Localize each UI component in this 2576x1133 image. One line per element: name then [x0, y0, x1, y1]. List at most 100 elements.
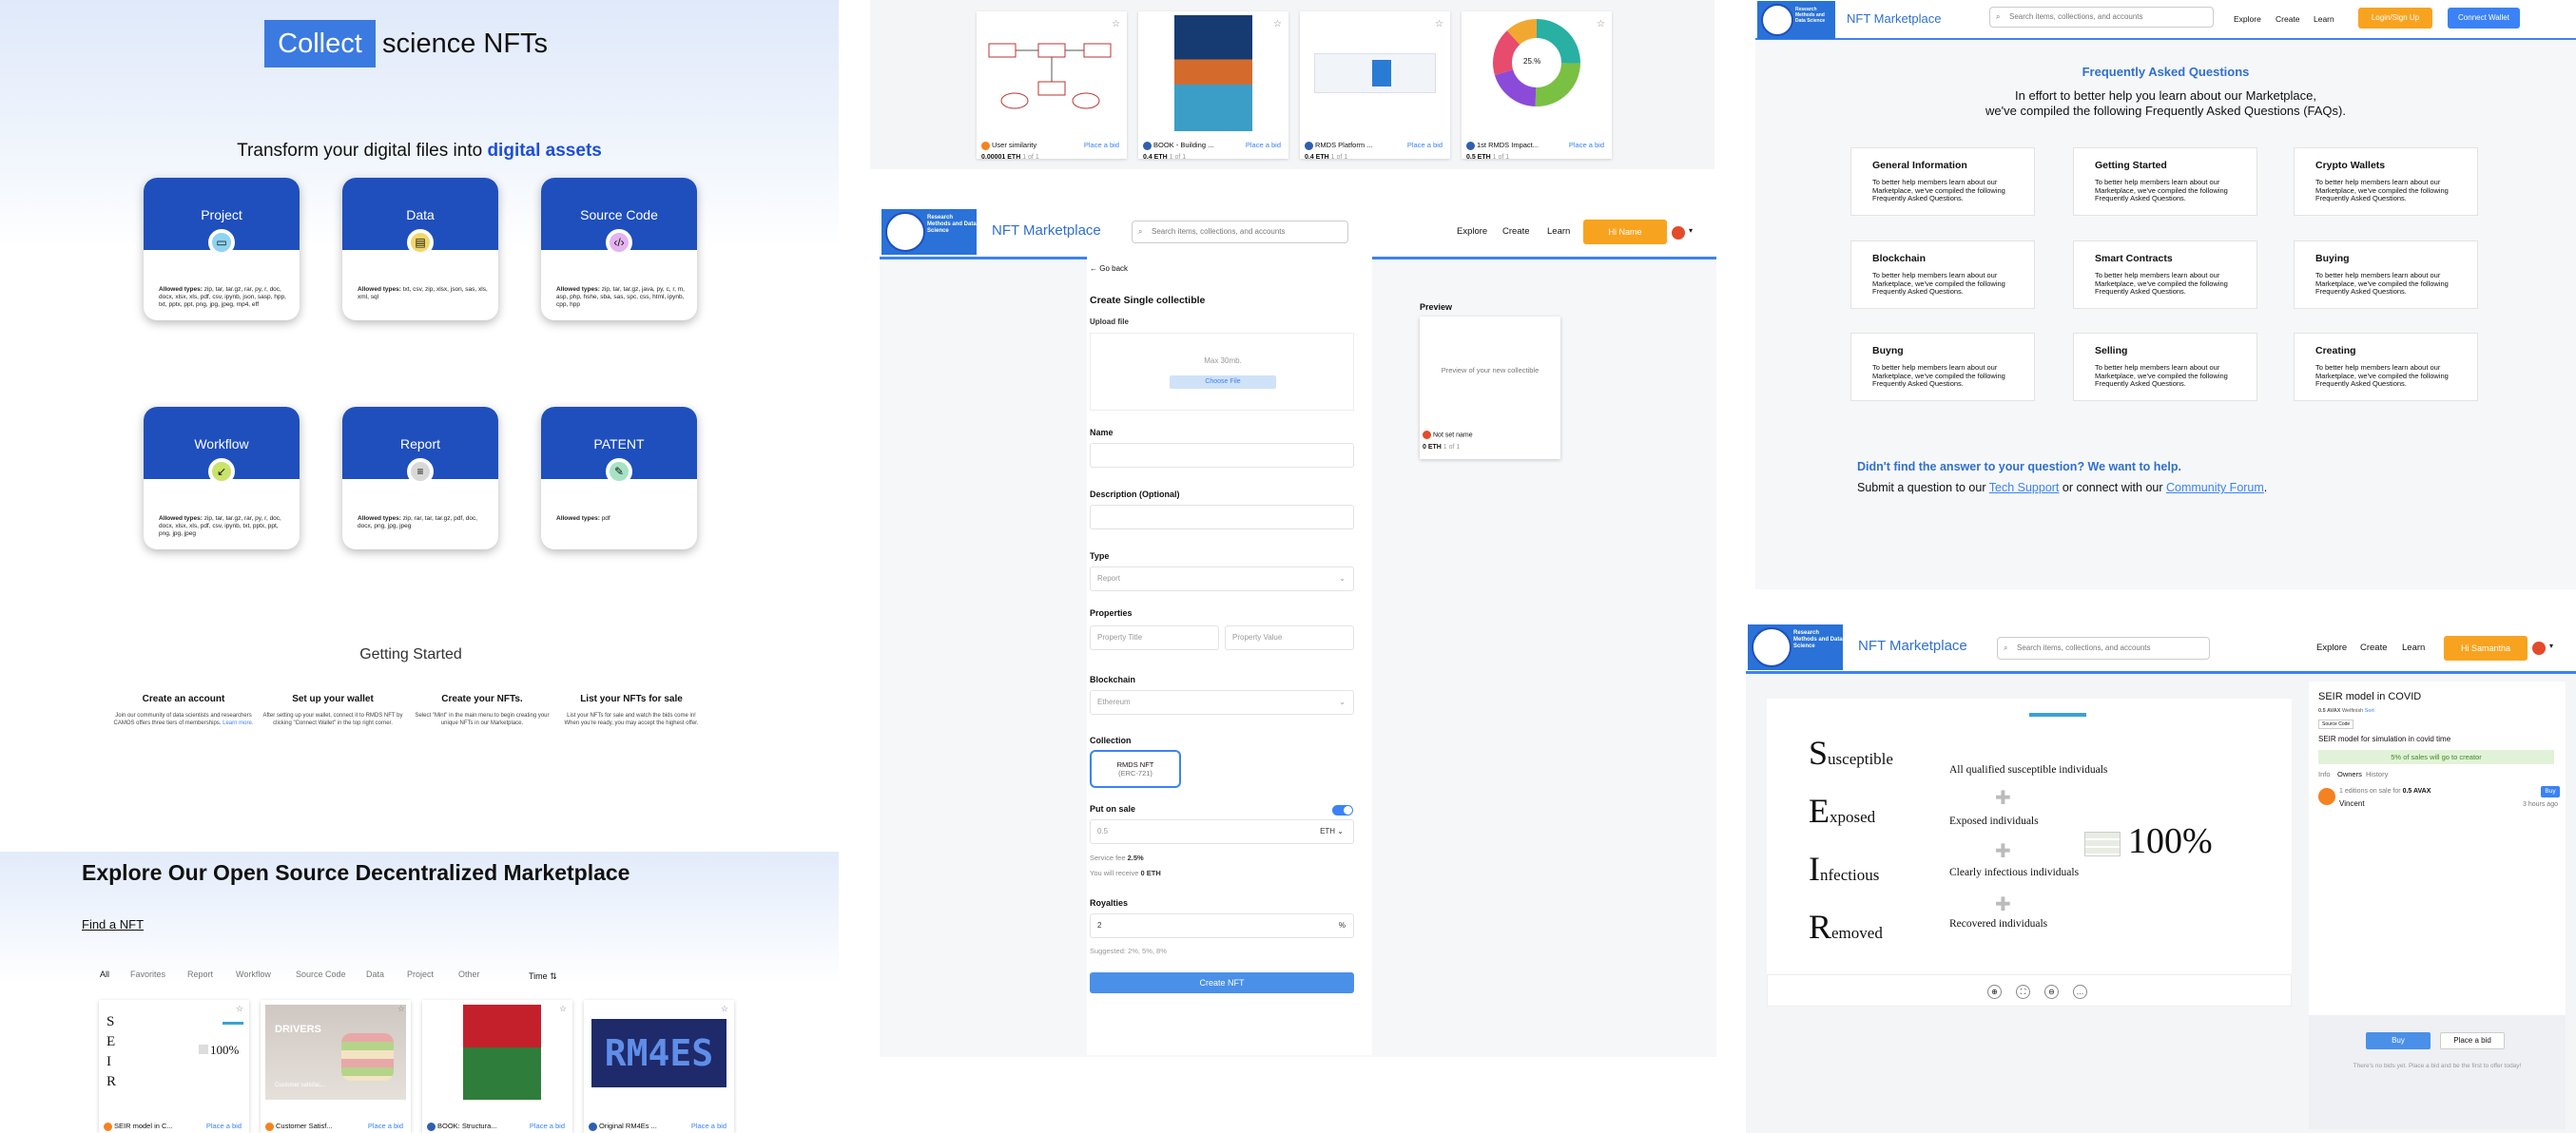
place-bid-link[interactable]: Place a bid	[368, 1122, 403, 1130]
place-bid-link[interactable]: Place a bid	[206, 1122, 242, 1130]
faq-card[interactable]: Crypto Wallets To better help members lea…	[2294, 147, 2478, 216]
nft-tile[interactable]: 25.% ☆ 1st RMDS Impact... Place a bid 0.…	[1462, 11, 1612, 161]
user-button[interactable]: Hi Name	[1583, 220, 1667, 244]
currency-select[interactable]: ETH ⌄	[1320, 820, 1344, 843]
nav-create[interactable]: Create	[1502, 226, 1530, 237]
faq-card[interactable]: Smart Contracts To better help members le…	[2073, 240, 2257, 309]
faq-card[interactable]: Blockchain To better help members learn a…	[1850, 240, 2035, 309]
connect-wallet-button[interactable]: Connect Wallet	[2448, 8, 2520, 29]
star-icon[interactable]: ☆	[1112, 19, 1120, 29]
place-bid-link[interactable]: Place a bid	[1569, 141, 1604, 149]
place-bid-link[interactable]: Place a bid	[691, 1122, 726, 1130]
search-input[interactable]: ⌕ Search items, collections, and accounts	[1997, 637, 2210, 660]
description-input[interactable]	[1090, 505, 1354, 529]
nav-learn[interactable]: Learn	[2314, 14, 2334, 24]
nft-tile[interactable]: ☆ User similarity Place a bid 0.00001 ET…	[977, 11, 1127, 161]
nav-create[interactable]: Create	[2360, 643, 2388, 653]
tech-support-link[interactable]: Tech Support	[1989, 481, 2060, 494]
card-report[interactable]: Report ≡ Allowed types: zip, rar, tar, tar…	[342, 407, 498, 549]
faq-card[interactable]: Creating To better help members learn abo…	[2294, 333, 2478, 401]
fullscreen-icon[interactable]: ⛶	[2016, 985, 2030, 999]
community-forum-link[interactable]: Community Forum	[2166, 481, 2264, 494]
site-logo[interactable]: Research Methods and Data Science	[881, 209, 977, 255]
filter-data[interactable]: Data	[366, 970, 384, 979]
back-link[interactable]: ← Go back	[1090, 264, 1128, 273]
nft-card[interactable]: BOOK: Structura... Place a bid ☆	[422, 1000, 572, 1133]
create-nft-button[interactable]: Create NFT	[1090, 972, 1354, 993]
property-title-input[interactable]: Property Title	[1090, 625, 1219, 650]
star-icon[interactable]: ☆	[721, 1004, 728, 1014]
filter-favorites[interactable]: Favorites	[130, 970, 165, 979]
place-bid-link[interactable]: Place a bid	[1246, 141, 1281, 149]
buy-small-button[interactable]: Buy	[2541, 786, 2560, 797]
filter-source-code[interactable]: Source Code	[296, 970, 346, 979]
search-input[interactable]: ⌕ Search items, collections, and accounts	[1132, 221, 1348, 243]
filter-workflow[interactable]: Workflow	[236, 970, 271, 979]
nft-card[interactable]: RM4ES Original RM4Es ... Place a bid ☆	[584, 1000, 734, 1133]
card-data[interactable]: Data ▤ Allowed types: txt, csv, zip, xlsx,…	[342, 178, 498, 320]
buy-button[interactable]: Buy	[2366, 1032, 2431, 1049]
site-logo[interactable]: Research Methods and Data Science	[1757, 1, 1835, 39]
filter-report[interactable]: Report	[187, 970, 213, 979]
avatar[interactable]	[1672, 226, 1685, 240]
chevron-down-icon[interactable]: ▾	[2549, 642, 2553, 650]
nft-tile[interactable]: ☆ BOOK - Building ... Place a bid 0.4 ET…	[1138, 11, 1288, 161]
site-logo[interactable]: Research Methods and Data Science	[1748, 624, 1843, 670]
nft-tile[interactable]: ☆ RMDS Platform ... Place a bid 0.4 ETH …	[1300, 11, 1450, 161]
place-bid-link[interactable]: Place a bid	[1084, 141, 1119, 149]
card-patent[interactable]: PATENT ✎ Allowed types: pdf	[541, 407, 697, 549]
nft-card[interactable]: SEIR 100% SEIR model in C... Place a bid…	[99, 1000, 249, 1133]
more-icon[interactable]: …	[2073, 985, 2087, 999]
filter-all[interactable]: All	[100, 970, 109, 979]
tab-owners[interactable]: Owners	[2337, 770, 2362, 778]
royalties-input[interactable]: 2%	[1090, 913, 1354, 938]
brand-name[interactable]: NFT Marketplace	[1847, 11, 1941, 26]
star-icon[interactable]: ☆	[1597, 19, 1605, 29]
login-button[interactable]: Login/Sign Up	[2358, 8, 2432, 29]
brand-name[interactable]: NFT Marketplace	[992, 222, 1101, 239]
filter-project[interactable]: Project	[407, 970, 434, 979]
star-icon[interactable]: ☆	[1435, 19, 1443, 29]
brand-name[interactable]: NFT Marketplace	[1858, 638, 1967, 654]
blockchain-select[interactable]: Ethereum ⌄	[1090, 690, 1354, 715]
learn-more-link[interactable]: Learn more.	[223, 720, 253, 726]
chevron-down-icon[interactable]: ▾	[1689, 226, 1693, 235]
faq-card[interactable]: General Information To better help member…	[1850, 147, 2035, 216]
tab-history[interactable]: History	[2366, 770, 2388, 778]
nav-learn[interactable]: Learn	[2402, 643, 2425, 653]
type-select[interactable]: Report ⌄	[1090, 566, 1354, 591]
star-icon[interactable]: ☆	[397, 1004, 405, 1014]
place-bid-link[interactable]: Place a bid	[1407, 141, 1443, 149]
star-icon[interactable]: ☆	[236, 1004, 243, 1014]
find-nft-link[interactable]: Find a NFT	[82, 917, 144, 931]
faq-card[interactable]: Buying To better help members learn about…	[2294, 240, 2478, 309]
nft-card[interactable]: DRIVERS Customer satisfac... Customer Sa…	[261, 1000, 411, 1133]
place-bid-link[interactable]: Place a bid	[530, 1122, 565, 1130]
faq-card[interactable]: Buyng To better help members learn about …	[1850, 333, 2035, 401]
star-icon[interactable]: ☆	[559, 1004, 567, 1014]
card-source-code[interactable]: Source Code ‹/› Allowed types: zip, tar, t…	[541, 178, 697, 320]
faq-card[interactable]: Getting Started To better help members le…	[2073, 147, 2257, 216]
zoom-out-icon[interactable]: ⊖	[2044, 985, 2059, 999]
name-input[interactable]	[1090, 443, 1354, 468]
faq-card[interactable]: Selling To better help members learn abou…	[2073, 333, 2257, 401]
choose-file-button[interactable]: Choose File	[1170, 375, 1276, 389]
property-value-input[interactable]: Property Value	[1225, 625, 1354, 650]
price-input[interactable]: 0.5 ETH ⌄	[1090, 819, 1354, 844]
search-input[interactable]: ⌕ Search items, collections, and accounts	[1989, 7, 2214, 28]
tab-info[interactable]: Info	[2318, 770, 2331, 778]
card-project[interactable]: Project ▭ Allowed types: zip, tar, tar.gz,…	[144, 178, 300, 320]
avatar[interactable]	[2532, 642, 2546, 655]
place-bid-button[interactable]: Place a bid	[2440, 1032, 2505, 1049]
collection-option[interactable]: RMDS NFT (ERC-721)	[1090, 750, 1181, 788]
user-button[interactable]: Hi Samantha	[2444, 636, 2528, 661]
card-workflow[interactable]: Workflow ↙ Allowed types: zip, tar, tar.gz…	[144, 407, 300, 549]
sale-toggle[interactable]	[1332, 805, 1353, 816]
zoom-in-icon[interactable]: ⊕	[1987, 985, 2002, 999]
sort-time[interactable]: Time ⇅	[529, 971, 557, 982]
upload-dropzone[interactable]: Max 30mb. Choose File	[1090, 333, 1354, 411]
nav-create[interactable]: Create	[2276, 14, 2300, 24]
nav-explore[interactable]: Explore	[2234, 14, 2261, 24]
star-icon[interactable]: ☆	[1273, 19, 1282, 29]
nav-explore[interactable]: Explore	[2316, 643, 2347, 653]
